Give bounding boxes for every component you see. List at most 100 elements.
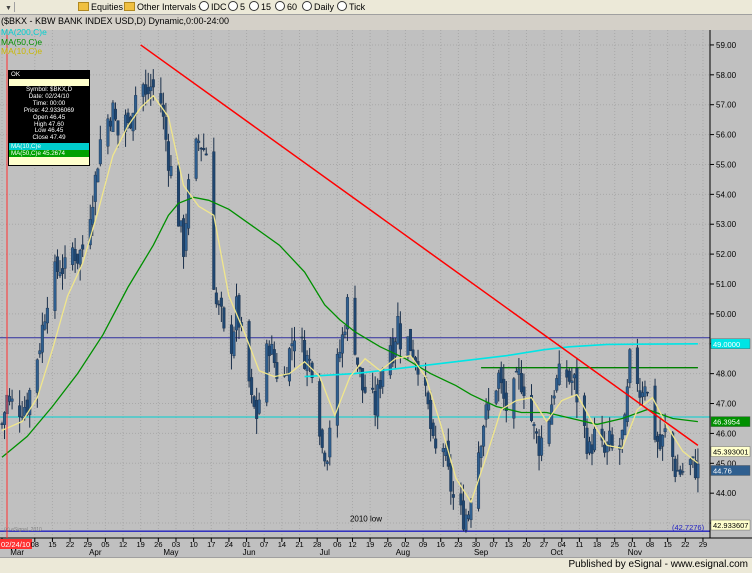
month-label: Mar [10, 548, 24, 557]
candle-body [461, 500, 465, 530]
candle-body [55, 256, 59, 272]
candle-body [61, 268, 65, 274]
candle-body [514, 371, 518, 373]
candle-body [451, 494, 455, 498]
candle-body [537, 435, 541, 456]
candle-body [557, 363, 561, 385]
x-tick-label: 07 [260, 540, 268, 549]
candle-body [376, 384, 380, 417]
data-window-header: OK [9, 71, 89, 79]
candle-body [0, 423, 4, 425]
price-label: 46.3954 [713, 418, 740, 427]
x-tick-label: 27 [540, 540, 548, 549]
data-window-rows: Symbol: $BKX,D Date: 02/24/10 Time: 00:0… [9, 86, 89, 143]
x-tick-label: 18 [593, 540, 601, 549]
candle-body [53, 261, 57, 311]
candle-body [640, 392, 644, 398]
candle-body [693, 460, 697, 479]
toolbar-daily[interactable]: Daily [302, 1, 334, 13]
x-tick-label: 20 [522, 540, 530, 549]
candle-body [593, 428, 597, 451]
candle-body [673, 458, 677, 477]
candle-body [146, 87, 150, 95]
candle-body [202, 148, 206, 150]
toolbar-tick[interactable]: Tick [337, 1, 365, 13]
candle-body [494, 390, 498, 404]
candle-body [292, 340, 296, 352]
candle-body [484, 404, 488, 420]
candle-body [8, 396, 12, 402]
candle-body [252, 396, 256, 407]
candle-body [431, 422, 435, 436]
candle-body [547, 420, 551, 444]
candle-body [449, 463, 453, 492]
candle-body [512, 378, 516, 419]
price-label: (42.7276) [672, 523, 705, 532]
y-tick-label: 56.00 [716, 131, 737, 140]
x-tick-label: 19 [366, 540, 374, 549]
candle-body [272, 349, 276, 363]
toolbar-label: Equities [91, 2, 124, 12]
x-tick-label: 24 [225, 540, 233, 549]
candle-body [320, 429, 324, 448]
ma10-label[interactable]: MA(10,C)e [1, 46, 42, 56]
x-tick-label: 08 [31, 540, 39, 549]
toolbar-interval-15[interactable]: 15 [249, 1, 271, 13]
candle-body [567, 370, 571, 382]
candle-body [20, 416, 24, 418]
ma200-label[interactable]: MA(200,C)e [1, 27, 47, 37]
toolbar-idc[interactable]: IDC [199, 1, 227, 13]
data-window-footer [9, 157, 89, 166]
candle-body [71, 247, 75, 265]
y-tick-label: 55.00 [716, 160, 737, 169]
toolbar-interval-5[interactable]: 5 [228, 1, 245, 13]
candle-body [134, 95, 138, 116]
candle-body [96, 168, 100, 183]
data-ma50: MA(50,C)e 45.2674 [9, 150, 89, 158]
price-label: 42.933607 [713, 521, 748, 530]
x-tick-label: 08 [646, 540, 654, 549]
toolbar-interval-60[interactable]: 60 [275, 1, 297, 13]
cursor-data-window[interactable]: OK Symbol: $BKX,D Date: 02/24/10 Time: 0… [8, 70, 90, 167]
candle-body [441, 448, 445, 453]
candle-body [76, 253, 80, 264]
x-tick-label: 25 [611, 540, 619, 549]
candle-body [628, 349, 632, 384]
toolbar-label: 60 [287, 2, 298, 12]
toolbar: ▼ Equities▼ Other Intervals▼ IDC 5 15 60… [0, 0, 752, 15]
candle-body [159, 93, 163, 104]
month-label: Apr [89, 548, 102, 557]
candle-body [169, 165, 173, 176]
x-tick-label: 23 [454, 540, 462, 549]
candle-body [18, 405, 22, 417]
candle-body [552, 395, 556, 399]
candle-body [661, 435, 665, 447]
x-tick-label: 22 [681, 540, 689, 549]
toolbar-menu-arrow[interactable]: ▼ [4, 1, 12, 13]
candle-body [381, 368, 385, 387]
x-tick-label: 26 [154, 540, 162, 549]
candle-body [479, 446, 483, 458]
candle-body [182, 218, 186, 257]
clock-icon [302, 1, 312, 11]
candle-body [144, 84, 148, 95]
candle-body [620, 429, 624, 440]
candle-body [522, 386, 526, 397]
candle-body [345, 297, 349, 330]
candle-body [590, 444, 594, 454]
candle-body [247, 321, 251, 382]
candle-body [338, 351, 342, 359]
toolbar-separator [14, 2, 15, 12]
candle-body [678, 469, 682, 475]
candle-body [219, 297, 223, 307]
clock-icon [337, 1, 347, 11]
candle-body [688, 459, 692, 466]
y-tick-label: 51.00 [716, 280, 737, 289]
symbol-title: ($BKX - KBW BANK INDEX USD,D) Dynamic,0:… [1, 16, 230, 26]
x-tick-label: 19 [137, 540, 145, 549]
candle-body [482, 425, 486, 447]
toolbar-label: 5 [240, 2, 246, 12]
x-tick-label: 07 [490, 540, 498, 549]
toolbar-other-intervals[interactable]: Other Intervals▼ [124, 1, 204, 13]
folder-icon [124, 2, 135, 11]
